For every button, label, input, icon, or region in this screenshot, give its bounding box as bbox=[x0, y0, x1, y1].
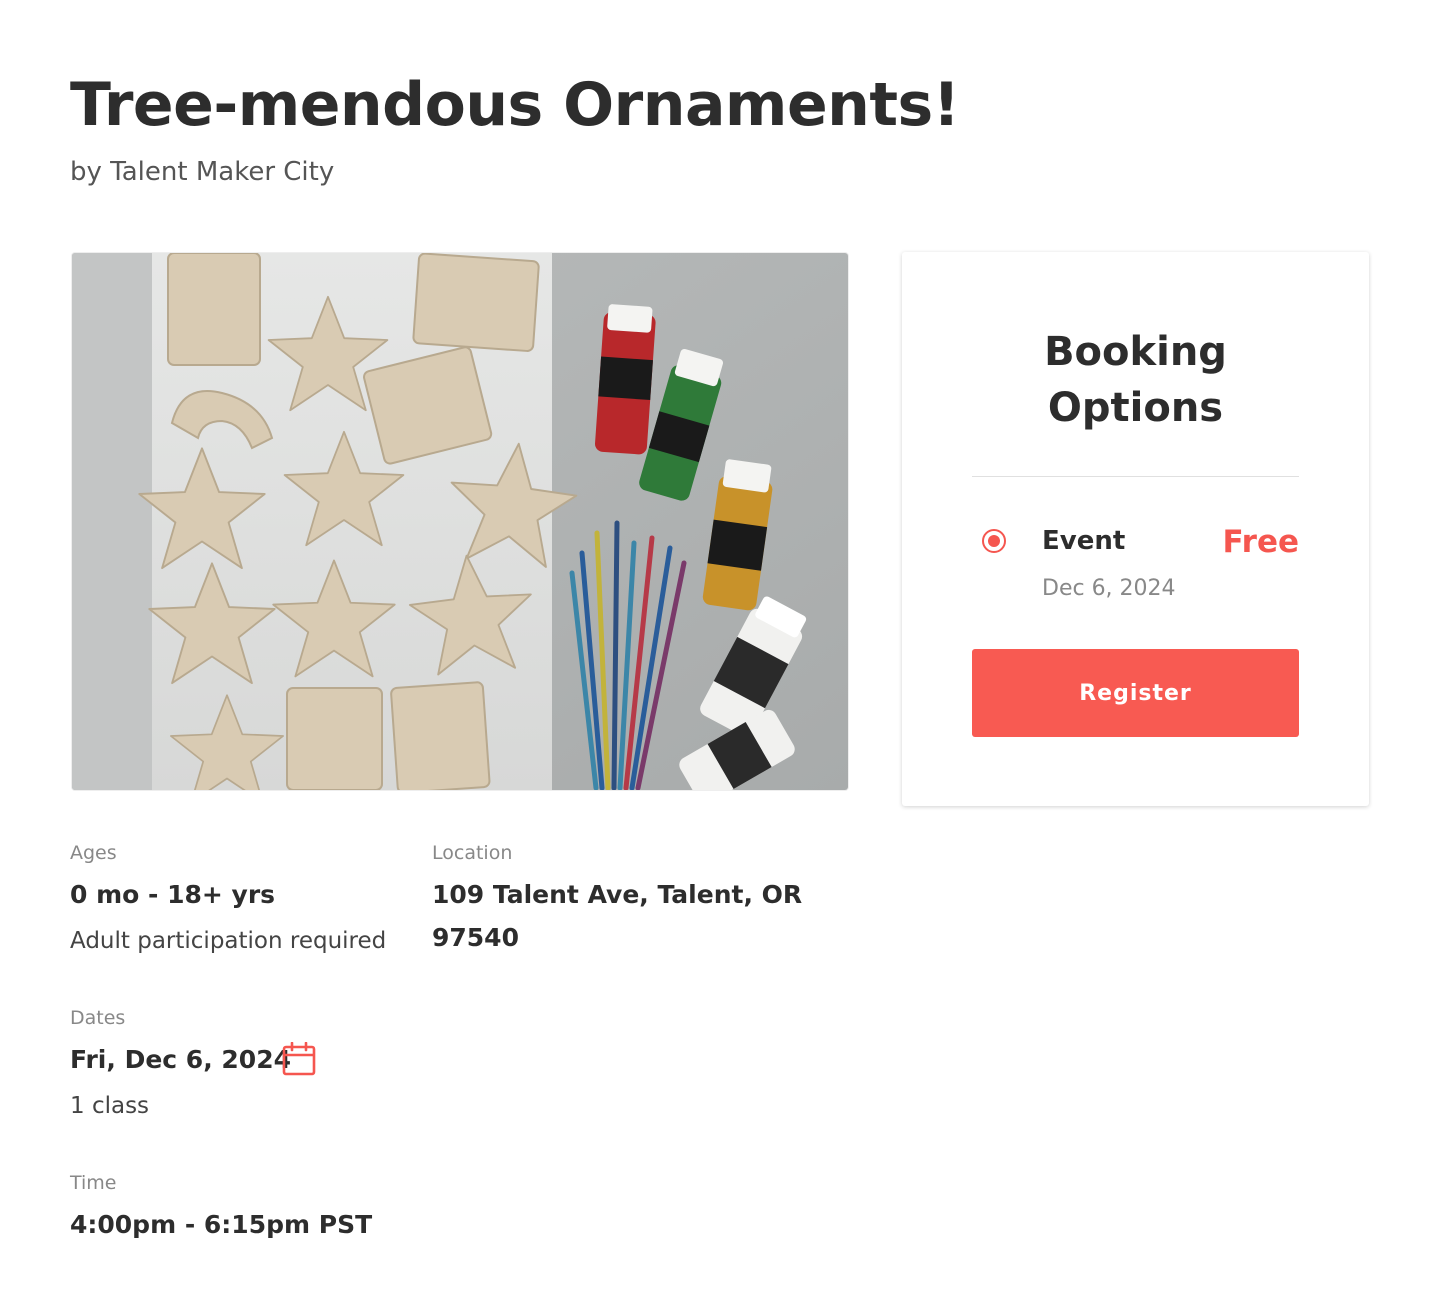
option-date: Dec 6, 2024 bbox=[1042, 576, 1176, 601]
booking-title-line2: Options bbox=[1047, 385, 1224, 431]
divider bbox=[972, 476, 1299, 477]
option-name[interactable]: Event bbox=[1042, 526, 1125, 556]
time-label: Time bbox=[70, 1172, 117, 1194]
ages-value: 0 mo - 18+ yrs bbox=[70, 880, 276, 909]
dates-label: Dates bbox=[70, 1007, 126, 1029]
location-label: Location bbox=[432, 842, 513, 864]
booking-options-title: Booking Options bbox=[902, 324, 1369, 436]
event-photo bbox=[72, 253, 848, 790]
ages-note: Adult participation required bbox=[70, 928, 387, 954]
calendar-icon[interactable] bbox=[282, 1042, 316, 1076]
organizer-byline: by Talent Maker City bbox=[70, 157, 335, 187]
event-page: Tree-mendous Ornaments! by Talent Maker … bbox=[0, 0, 1440, 1306]
event-option-radio[interactable] bbox=[982, 529, 1006, 553]
dates-class-count: 1 class bbox=[70, 1093, 150, 1119]
option-price: Free bbox=[1222, 524, 1299, 560]
register-button[interactable]: Register bbox=[972, 649, 1299, 737]
location-address-line2: 97540 bbox=[432, 923, 519, 952]
time-value: 4:00pm - 6:15pm PST bbox=[70, 1210, 373, 1239]
booking-options-card: Booking Options Event Free Dec 6, 2024 R… bbox=[902, 252, 1369, 806]
page-title: Tree-mendous Ornaments! bbox=[70, 70, 960, 140]
location-address-line1: 109 Talent Ave, Talent, OR bbox=[432, 880, 803, 909]
ages-label: Ages bbox=[70, 842, 117, 864]
booking-title-line1: Booking bbox=[1044, 329, 1227, 375]
dates-value: Fri, Dec 6, 2024 bbox=[70, 1045, 291, 1074]
